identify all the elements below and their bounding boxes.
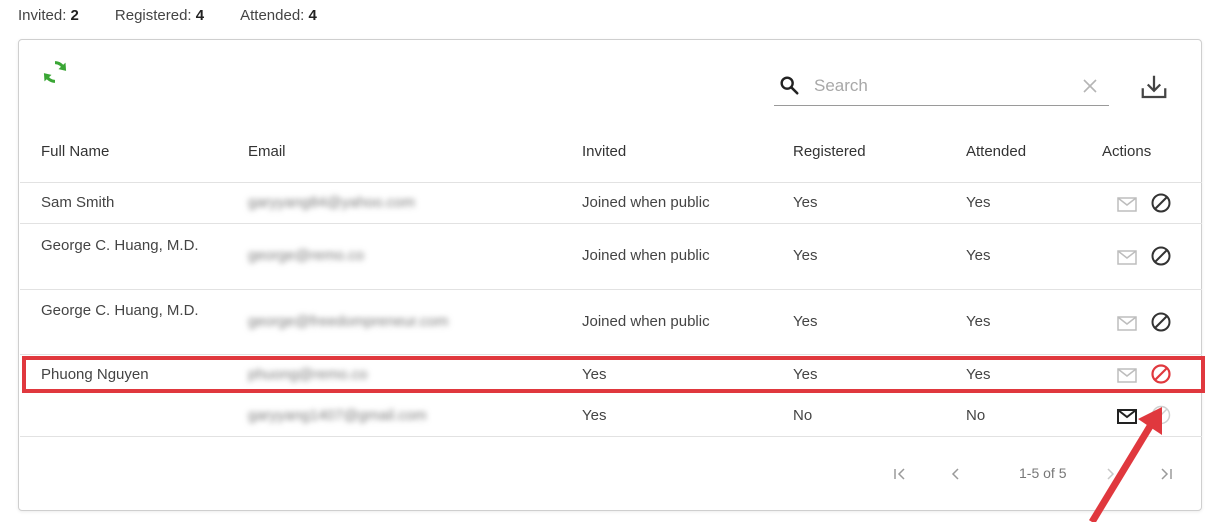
search-icon bbox=[780, 76, 799, 95]
row-invited: Joined when public bbox=[582, 194, 710, 211]
prev-page-icon[interactable] bbox=[945, 463, 967, 485]
row-divider bbox=[20, 354, 1202, 355]
row-registered: No bbox=[793, 407, 813, 424]
mail-icon[interactable] bbox=[1116, 246, 1138, 268]
row-email: george@remo.co bbox=[248, 247, 365, 264]
row-registered: Yes bbox=[793, 194, 818, 211]
column-header-attended[interactable]: Attended bbox=[966, 143, 1026, 173]
row-invited: Yes bbox=[582, 407, 607, 424]
block-icon[interactable] bbox=[1150, 192, 1172, 214]
row-invited: Joined when public bbox=[582, 313, 710, 330]
mail-icon[interactable] bbox=[1116, 312, 1138, 334]
refresh-icon[interactable] bbox=[41, 58, 69, 86]
row-attended: No bbox=[966, 407, 986, 424]
column-header-actions: Actions bbox=[1102, 143, 1152, 160]
row-name: Sam Smith bbox=[41, 194, 115, 211]
row-divider bbox=[20, 182, 1202, 183]
row-attended: Yes bbox=[966, 247, 991, 264]
mail-icon[interactable] bbox=[1116, 193, 1138, 215]
invited-stat: Invited: 2 bbox=[18, 6, 79, 24]
registered-stat: Registered: 4 bbox=[114, 6, 205, 24]
first-page-icon[interactable] bbox=[889, 463, 911, 485]
attended-stat: Attended: 4 bbox=[240, 6, 317, 24]
row-divider bbox=[20, 289, 1202, 290]
block-icon[interactable] bbox=[1150, 245, 1172, 267]
download-icon[interactable] bbox=[1139, 72, 1169, 102]
row-attended: Yes bbox=[966, 194, 991, 211]
row-divider bbox=[20, 436, 1202, 437]
guest-table-card: Full Name Email Invited Registered Atten… bbox=[18, 39, 1205, 511]
row-attended: Yes bbox=[966, 313, 991, 330]
highlight-box bbox=[22, 356, 1205, 393]
stats-bar: Invited: 2 Registered: 4 Attended: 4 bbox=[18, 0, 317, 30]
column-header-invited[interactable]: Invited bbox=[582, 143, 626, 173]
row-registered: Yes bbox=[793, 313, 818, 330]
row-email: garyyang84@yahoo.com bbox=[248, 194, 415, 211]
pagination-range: 1-5 of 5 bbox=[1019, 465, 1067, 481]
column-header-full-name[interactable]: Full Name bbox=[41, 143, 109, 173]
row-email: garyyang1407@gmail.com bbox=[248, 407, 427, 424]
row-name: George C. Huang, M.D. bbox=[41, 237, 199, 254]
column-header-registered[interactable]: Registered bbox=[793, 143, 866, 173]
clear-search-icon[interactable] bbox=[1078, 74, 1102, 98]
search-input[interactable] bbox=[812, 72, 1062, 100]
search-box bbox=[774, 68, 1109, 106]
block-icon[interactable] bbox=[1150, 311, 1172, 333]
row-divider bbox=[20, 223, 1202, 224]
row-name: George C. Huang, M.D. bbox=[41, 302, 199, 319]
annotation-arrow bbox=[1089, 407, 1162, 522]
row-registered: Yes bbox=[793, 247, 818, 264]
row-invited: Joined when public bbox=[582, 247, 710, 264]
column-header-email[interactable]: Email bbox=[248, 143, 286, 173]
row-email: george@freedompreneur.com bbox=[248, 313, 449, 330]
